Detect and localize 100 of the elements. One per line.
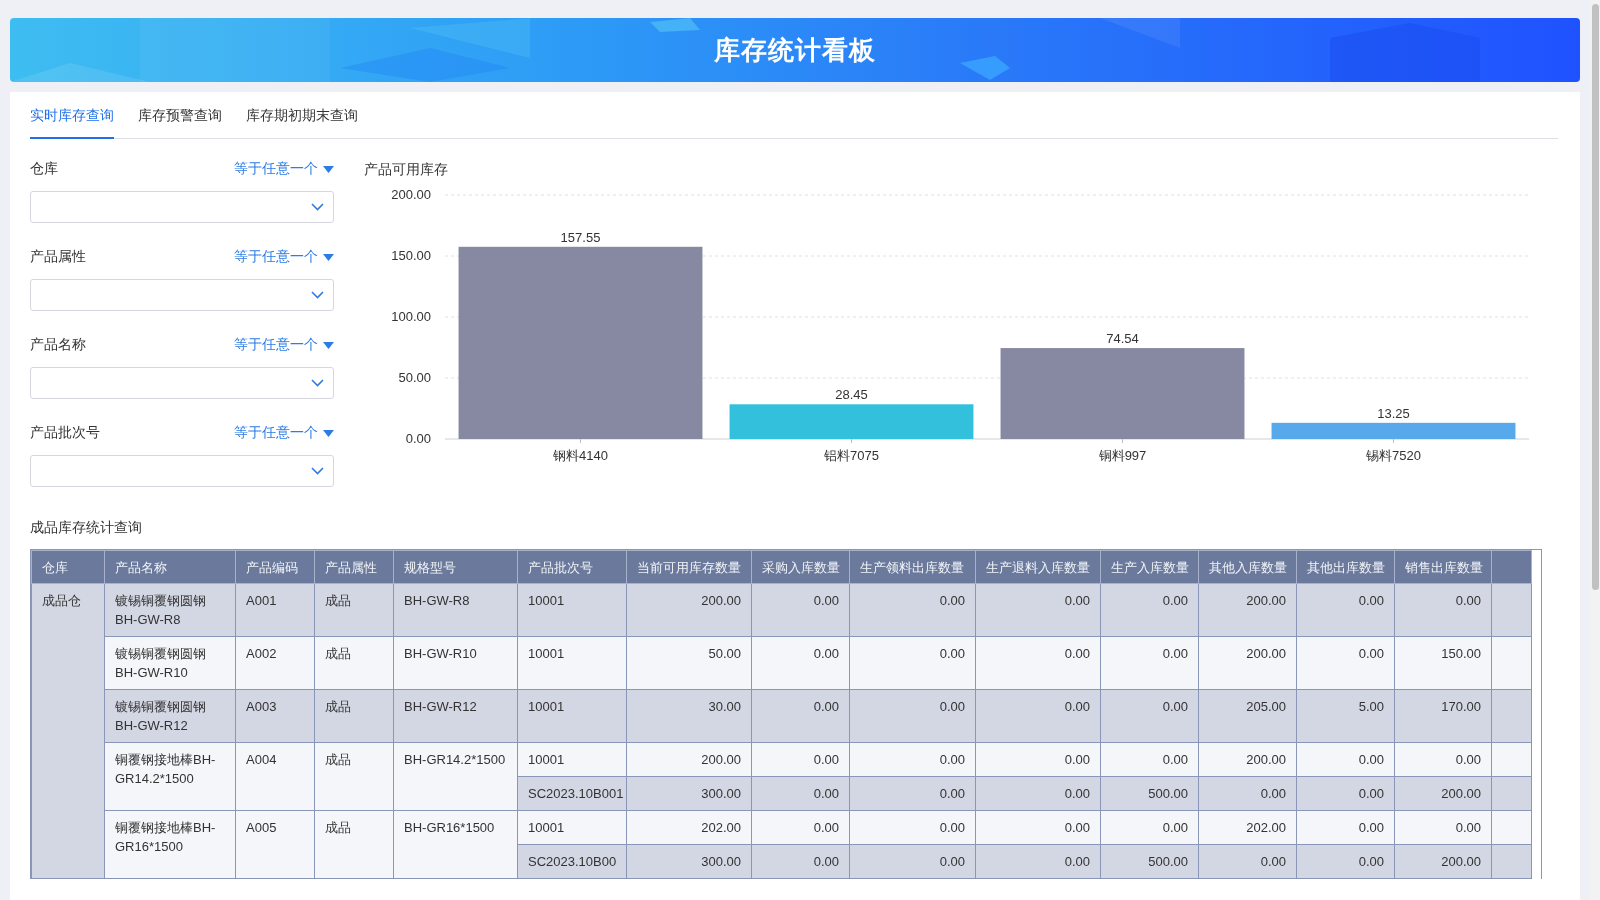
table-cell: 成品 (314, 810, 394, 879)
table-cell: 200.00 (1198, 742, 1297, 777)
table-cell: 202.00 (1198, 810, 1297, 845)
table-cell: 170.00 (1394, 689, 1492, 743)
column-header: 产品名称 (104, 550, 236, 584)
table-cell: BH-GR16*1500 (393, 810, 518, 879)
table-cell: 镀锡铜覆钢圆钢BH-GW-R8 (104, 583, 236, 637)
filter-label: 仓库 (30, 160, 58, 178)
caret-icon (323, 429, 334, 437)
table-cell: 50.00 (626, 636, 752, 690)
table-cell: 0.00 (751, 844, 850, 879)
axis-tick-label: 0.00 (405, 431, 431, 446)
scrollbar[interactable] (1590, 0, 1600, 900)
table-cell: A001 (235, 583, 315, 637)
table-cell: 200.00 (1394, 844, 1492, 879)
operator-dropdown[interactable]: 等于任意一个 (234, 248, 334, 266)
column-header: 规格型号 (393, 550, 518, 584)
axis-tick-label: 50.00 (398, 370, 431, 385)
table-cell: 0.00 (751, 689, 850, 743)
table-cell: 10001 (517, 689, 627, 743)
table-cell: 0.00 (849, 844, 976, 879)
table-cell: 200.00 (1198, 636, 1297, 690)
tab[interactable]: 库存预警查询 (138, 107, 222, 139)
category-label: 铜料997 (1098, 448, 1147, 463)
chevron-down-icon (311, 379, 324, 387)
axis-tick-label: 100.00 (391, 309, 431, 324)
select-field[interactable] (30, 455, 334, 487)
table-cell: A005 (235, 810, 315, 879)
table-cell: 铜覆钢接地棒BH-GR14.2*1500 (104, 742, 236, 811)
table-cell: A002 (235, 636, 315, 690)
tab[interactable]: 实时库存查询 (30, 107, 114, 139)
table-cell: 0.00 (1100, 810, 1199, 845)
category-label: 铝料7075 (824, 448, 879, 463)
table-cell: 0.00 (751, 583, 850, 637)
table-cell: 200.00 (1198, 583, 1297, 637)
table-cell: 0.00 (1296, 636, 1395, 690)
table-cell: 500.00 (1100, 776, 1199, 811)
table-cell: 0.00 (1296, 776, 1395, 811)
select-field[interactable] (30, 279, 334, 311)
table-cell: 30.00 (626, 689, 752, 743)
table-cell: 10001 (517, 742, 627, 777)
column-header: 销售出库数量 (1394, 550, 1492, 584)
table-cell: 10001 (517, 583, 627, 637)
table-cell: BH-GW-R8 (393, 583, 518, 637)
caret-icon (323, 165, 334, 173)
scrollbar-thumb[interactable] (1592, 4, 1599, 590)
column-header: 采购入库数量 (751, 550, 850, 584)
table-cell: 0.00 (751, 810, 850, 845)
table-cell: 0.00 (1198, 776, 1297, 811)
table-cell: 0.00 (1100, 689, 1199, 743)
operator-dropdown[interactable]: 等于任意一个 (234, 424, 334, 442)
operator-dropdown[interactable]: 等于任意一个 (234, 160, 334, 178)
table-cell: 成品仓 (31, 583, 105, 879)
table-cell: 0.00 (975, 636, 1101, 690)
table-cell: 0.00 (849, 689, 976, 743)
table-cell: SC2023.10B001 (517, 776, 627, 811)
category-label: 钢料4140 (553, 448, 608, 463)
table-cell: 0.00 (1198, 844, 1297, 879)
table-cell: 200.00 (626, 583, 752, 637)
table-cell: 成品 (314, 636, 394, 690)
data-label: 13.25 (1377, 405, 1410, 421)
caret-icon (323, 253, 334, 261)
table-cell: 0.00 (1296, 844, 1395, 879)
select-field[interactable] (30, 191, 334, 223)
select-field[interactable] (30, 367, 334, 399)
caret-icon (323, 341, 334, 349)
table-cell: 0.00 (975, 689, 1101, 743)
dashboard-title: 库存统计看板 (714, 33, 876, 67)
table-cell: 0.00 (849, 810, 976, 845)
chevron-down-icon (311, 203, 324, 211)
table-cell: 0.00 (1100, 583, 1199, 637)
column-header: 产品编码 (235, 550, 315, 584)
table-cell: 0.00 (1296, 583, 1395, 637)
section-title: 成品库存统计查询 (30, 518, 142, 537)
data-label: 157.55 (560, 229, 601, 245)
filter-label: 产品批次号 (30, 424, 100, 442)
table-cell: 200.00 (626, 742, 752, 777)
table-cell: 0.00 (1394, 742, 1492, 777)
table-cell: 0.00 (1100, 742, 1199, 777)
table-cell: 0.00 (975, 844, 1101, 879)
table-cell: 0.00 (975, 776, 1101, 811)
table-cell: 205.00 (1198, 689, 1297, 743)
filter-label: 产品名称 (30, 336, 86, 354)
operator-dropdown[interactable]: 等于任意一个 (234, 336, 334, 354)
chevron-down-icon (311, 467, 324, 475)
axis-tick-label: 200.00 (391, 187, 431, 202)
chart-title: 产品可用库存 (364, 160, 448, 179)
column-header: 生产领料出库数量 (849, 550, 976, 584)
column-header: 生产退料入库数量 (975, 550, 1101, 584)
table-cell: BH-GR14.2*1500 (393, 742, 518, 811)
category-label: 锡料7520 (1366, 448, 1421, 463)
table-cell: 镀锡铜覆钢圆钢BH-GW-R12 (104, 689, 236, 743)
column-header: 当前可用库存数量 (626, 550, 752, 584)
table-cell: 0.00 (1100, 636, 1199, 690)
table-cell: 0.00 (751, 742, 850, 777)
table-cell: 镀锡铜覆钢圆钢BH-GW-R10 (104, 636, 236, 690)
column-header: 产品批次号 (517, 550, 627, 584)
table-cell: 10001 (517, 636, 627, 690)
tab[interactable]: 库存期初期末查询 (246, 107, 358, 139)
table-cell: 0.00 (849, 636, 976, 690)
